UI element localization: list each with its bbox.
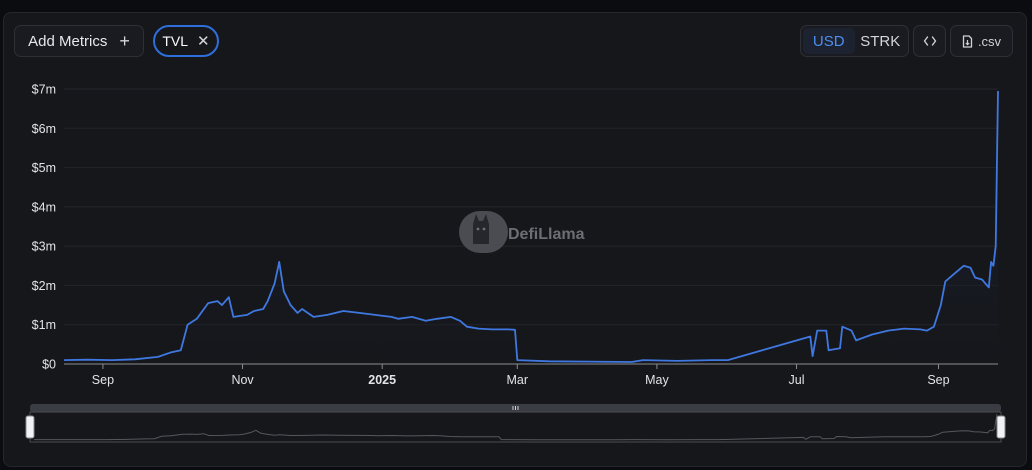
x-tick-label: Nov (231, 373, 254, 387)
x-tick-label: 2025 (368, 373, 396, 387)
y-tick-label: $2m (32, 279, 56, 293)
x-tick-label: Jul (789, 373, 805, 387)
y-tick-label: $1m (32, 318, 56, 332)
range-navigator[interactable] (25, 404, 1006, 443)
x-tick-label: Mar (506, 373, 528, 387)
y-tick-label: $6m (32, 122, 56, 136)
y-tick-label: $0 (42, 358, 56, 372)
x-tick-label: May (645, 373, 669, 387)
y-tick-label: $4m (32, 200, 56, 214)
navigator-right-handle[interactable] (996, 415, 1006, 439)
llama-logo-icon (459, 211, 508, 253)
tvl-chart[interactable]: DefiLlama $0 $1m $2m $3m $4m $5m $6m $7m Sep Nov 2… (0, 0, 1032, 470)
y-tick-label: $5m (32, 161, 56, 175)
y-tick-label: $3m (32, 240, 56, 254)
x-tick-label: Sep (92, 373, 114, 387)
defillama-watermark: DefiLlama (459, 211, 585, 253)
navigator-left-handle[interactable] (25, 415, 35, 439)
watermark-text: DefiLlama (508, 226, 585, 243)
y-tick-label: $7m (32, 83, 56, 97)
x-tick-label: Sep (927, 373, 949, 387)
